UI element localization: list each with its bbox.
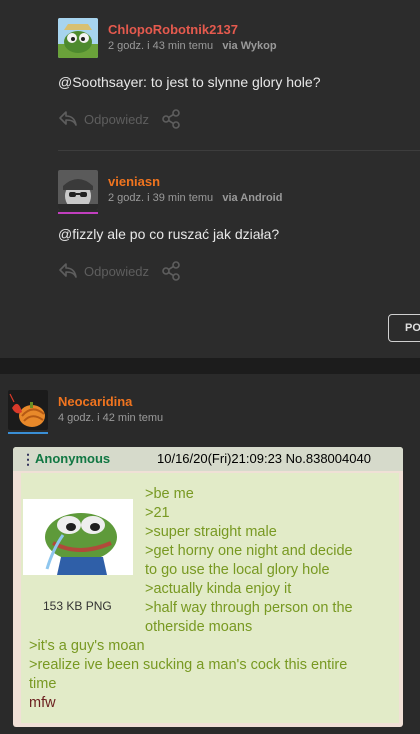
reply-button[interactable]: Odpowiedz: [84, 264, 149, 279]
greentext-line: >realize ive been sucking a man's cock t…: [29, 657, 348, 673]
greentext-line: >be me: [145, 486, 194, 502]
share-icon[interactable]: [161, 109, 181, 129]
greentext-line: otherside moans: [145, 619, 253, 635]
greentext-line: >it's a guy's moan: [29, 638, 145, 654]
comment-actions: Odpowiedz: [58, 261, 181, 281]
avatar-underline: [8, 432, 48, 434]
chan-post-datetime: 10/16/20(Fri)21:09:23 No.838004040: [157, 451, 371, 466]
greentext-line: >21: [145, 505, 170, 521]
comments-section: ChlopoRobotnik2137 2 godz. i 43 min temu…: [0, 0, 420, 358]
chan-menu-icon: ⋮: [21, 452, 35, 466]
greentext-line: >super straight male: [145, 524, 277, 540]
chan-poster-name: Anonymous: [35, 451, 111, 466]
comment-body: @Soothsayer: to jest to slynne glory hol…: [58, 74, 320, 90]
section-divider: [0, 358, 420, 374]
comment: vieniasn 2 godz. i 39 min temu via Andro…: [58, 170, 420, 290]
reply-icon[interactable]: [58, 262, 78, 280]
avatar[interactable]: [58, 18, 98, 58]
comment-source[interactable]: via Android: [222, 192, 282, 204]
avatar[interactable]: [8, 390, 48, 430]
comment-actions: Odpowiedz: [58, 109, 181, 129]
comment-mention[interactable]: @Soothsayer: [58, 74, 143, 90]
entry-author[interactable]: Neocaridina: [58, 394, 132, 409]
comment-meta: 2 godz. i 43 min temu via Wykop: [108, 40, 277, 52]
share-icon[interactable]: [161, 261, 181, 281]
comment-text: ale po co ruszać jak działa?: [103, 226, 280, 242]
greentext-line: >get horny one night and decide: [145, 543, 353, 559]
chan-thumbnail: [23, 499, 133, 575]
chan-post-body-full: >it's a guy's moan >realize ive been suc…: [29, 637, 347, 713]
comment-time: 2 godz. i 43 min temu: [108, 40, 214, 52]
greentext-line: time: [29, 676, 57, 692]
reply-icon[interactable]: [58, 110, 78, 128]
comment: ChlopoRobotnik2137 2 godz. i 43 min temu…: [58, 18, 420, 138]
greentext-line: to go use the local glory hole: [145, 562, 330, 578]
comment-mention[interactable]: @fizzly: [58, 226, 103, 242]
comment-time: 2 godz. i 39 min temu: [108, 192, 214, 204]
comment-text: : to jest to slynne glory hole?: [143, 74, 321, 90]
greentext-line: >actually kinda enjoy it: [145, 581, 292, 597]
chan-file-size: 153 KB PNG: [43, 599, 112, 613]
chan-post-ending: mfw: [29, 695, 56, 711]
chan-post-body: >be me >21 >super straight male >get hor…: [145, 485, 353, 637]
comment-meta: 2 godz. i 39 min temu via Android: [108, 192, 282, 204]
reply-button[interactable]: Odpowiedz: [84, 112, 149, 127]
avatar-underline: [58, 212, 98, 214]
comment-source[interactable]: via Wykop: [222, 40, 276, 52]
avatar[interactable]: [58, 170, 98, 210]
comment-author[interactable]: vieniasn: [108, 174, 160, 189]
post-comment-button[interactable]: PO: [388, 314, 420, 342]
greentext-line: >half way through person on the: [145, 600, 353, 616]
comment-body: @fizzly ale po co ruszać jak działa?: [58, 226, 279, 242]
comment-author[interactable]: ChlopoRobotnik2137: [108, 22, 238, 37]
entry-time: 4 godz. i 42 min temu: [58, 412, 164, 424]
entry-image[interactable]: ⋮ Anonymous 10/16/20(Fri)21:09:23 No.838…: [13, 447, 403, 727]
comment-separator: [58, 150, 420, 151]
